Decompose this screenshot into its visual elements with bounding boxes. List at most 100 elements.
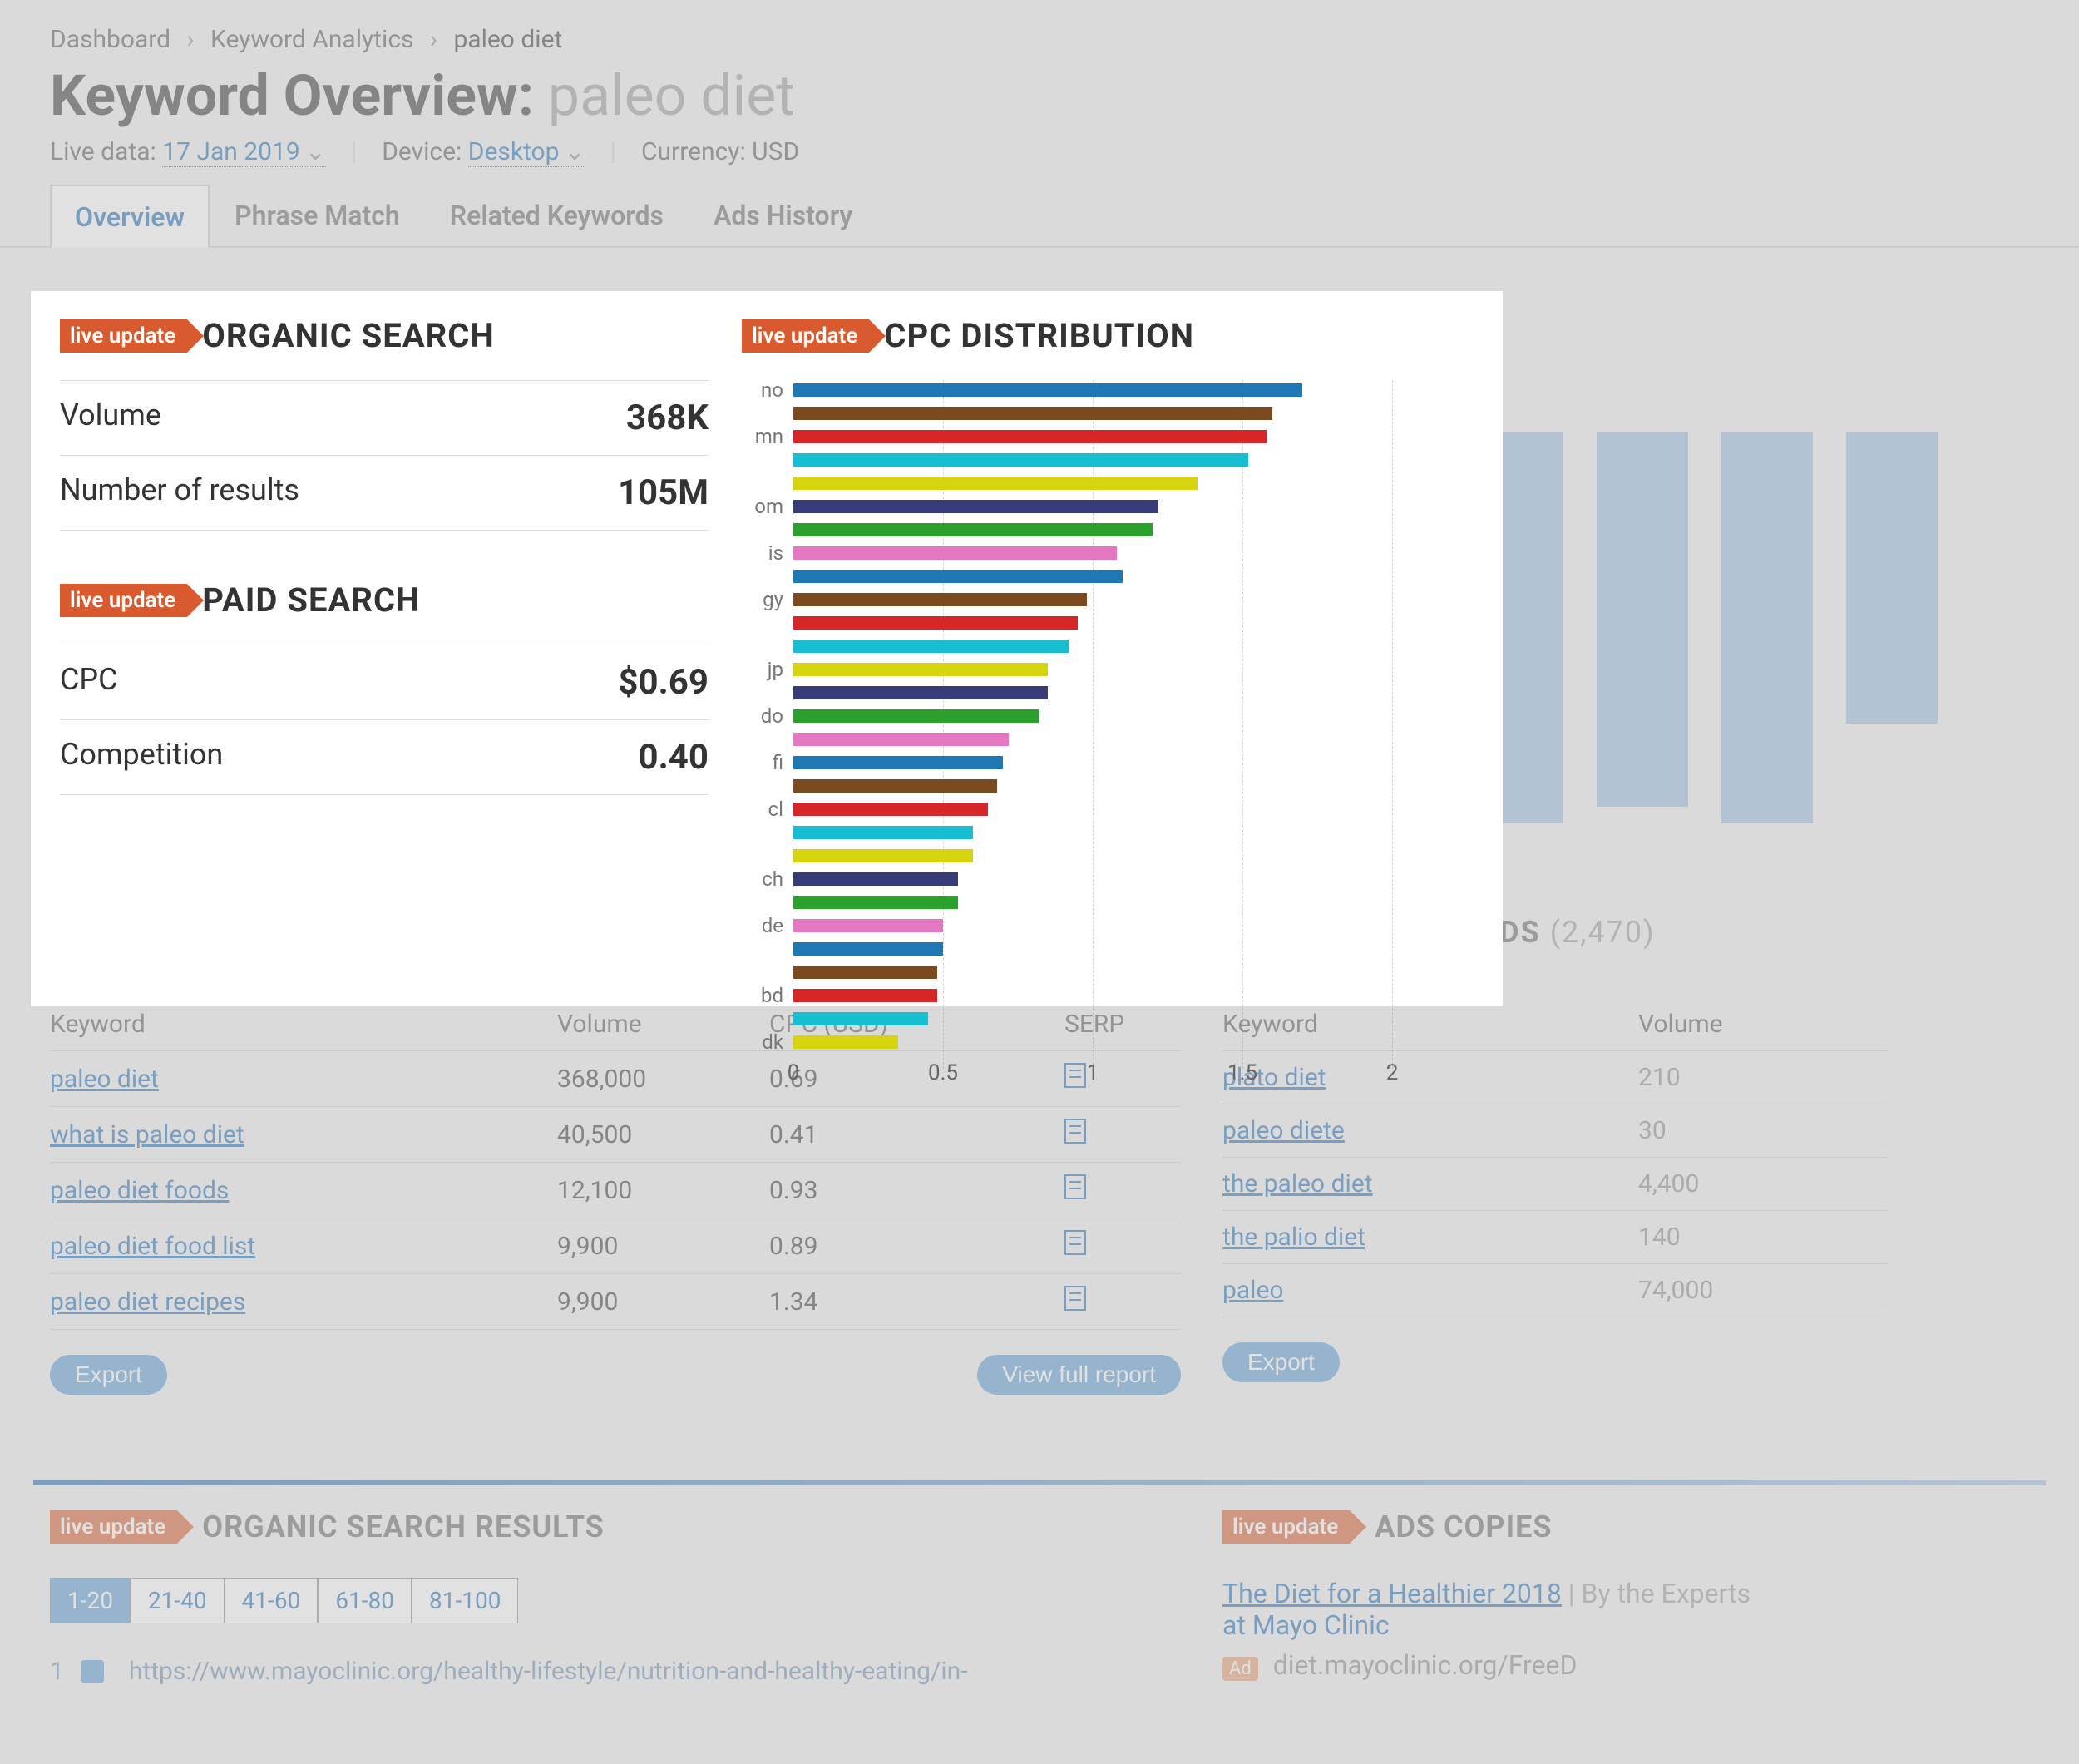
pagination: 1-20 21-40 41-60 61-80 81-100 bbox=[50, 1578, 968, 1623]
table-row: the paleo diet 4,400 bbox=[1222, 1158, 1888, 1211]
export-button[interactable]: Export bbox=[1222, 1342, 1340, 1382]
chart-bar bbox=[742, 776, 1474, 796]
serp-icon[interactable] bbox=[1064, 1119, 1086, 1144]
result-rank: 1 bbox=[50, 1657, 64, 1686]
cpc-row: CPC $0.69 bbox=[60, 645, 709, 719]
live-data-label: Live data: bbox=[50, 137, 156, 166]
volume-cell: 9,900 bbox=[557, 1287, 769, 1317]
chart-bar bbox=[742, 566, 1474, 586]
ad-subline: at Mayo Clinic bbox=[1222, 1609, 1888, 1641]
ad-badge-icon: Ad bbox=[1222, 1657, 1258, 1681]
chart-bar: do bbox=[742, 706, 1474, 726]
ads-copies-title: ADS COPIES bbox=[1375, 1510, 1552, 1544]
device-label: Device: bbox=[382, 137, 462, 166]
volume-cell: 40,500 bbox=[557, 1120, 769, 1149]
chart-bar bbox=[742, 520, 1474, 540]
results-row: Number of results 105M bbox=[60, 455, 709, 531]
tab-overview[interactable]: Overview bbox=[50, 185, 210, 248]
live-update-badge: live update bbox=[60, 319, 187, 353]
keyword-link[interactable]: paleo diet recipes bbox=[50, 1287, 245, 1317]
organic-search-title: ORGANIC SEARCH bbox=[202, 316, 494, 355]
organic-results-title: ORGANIC SEARCH RESULTS bbox=[202, 1510, 605, 1544]
keyword-link[interactable]: the palio diet bbox=[1222, 1223, 1365, 1252]
chart-bar bbox=[742, 683, 1474, 703]
chart-bar: is bbox=[742, 543, 1474, 563]
date-picker[interactable]: 17 Jan 2019⌄ bbox=[162, 137, 326, 167]
volume-cell: 368,000 bbox=[557, 1065, 769, 1094]
chevron-down-icon: ⌄ bbox=[565, 137, 585, 166]
sitelink-icon[interactable] bbox=[81, 1660, 104, 1683]
volume-cell: 12,100 bbox=[557, 1176, 769, 1205]
results-value: 105M bbox=[618, 472, 709, 513]
cpc-cell: 0.41 bbox=[769, 1120, 1064, 1149]
live-update-badge: live update bbox=[1222, 1510, 1350, 1544]
chart-bar: dk bbox=[742, 1032, 1474, 1052]
chart-bar bbox=[742, 962, 1474, 982]
volume-cell: 30 bbox=[1638, 1116, 1888, 1145]
volume-cell: 140 bbox=[1638, 1223, 1888, 1252]
page-button[interactable]: 81-100 bbox=[412, 1578, 518, 1623]
cpc-cell: 0.93 bbox=[769, 1176, 1064, 1205]
breadcrumb: Dashboard › Keyword Analytics › paleo di… bbox=[0, 0, 2079, 62]
competition-row: Competition 0.40 bbox=[60, 719, 709, 795]
chart-bar: de bbox=[742, 916, 1474, 936]
tab-ads-history[interactable]: Ads History bbox=[689, 183, 877, 246]
view-full-report-button[interactable]: View full report bbox=[977, 1355, 1181, 1395]
tab-related-keywords[interactable]: Related Keywords bbox=[425, 183, 689, 246]
live-update-badge: live update bbox=[742, 319, 869, 353]
table-row: what is paleo diet 40,5000.41 bbox=[50, 1107, 1181, 1163]
chart-bar bbox=[742, 846, 1474, 866]
keyword-link[interactable]: what is paleo diet bbox=[50, 1120, 244, 1149]
table-row: the palio diet 140 bbox=[1222, 1211, 1888, 1264]
keyword-link[interactable]: paleo diete bbox=[1222, 1116, 1345, 1145]
volume-cell: 4,400 bbox=[1638, 1169, 1888, 1198]
chart-bar: bd bbox=[742, 986, 1474, 1006]
chart-bar: ch bbox=[742, 869, 1474, 889]
chart-bar: cl bbox=[742, 799, 1474, 819]
export-button[interactable]: Export bbox=[50, 1355, 167, 1395]
chart-bar bbox=[742, 613, 1474, 633]
chart-bar bbox=[742, 892, 1474, 912]
serp-icon[interactable] bbox=[1064, 1174, 1086, 1199]
volume-cell: 210 bbox=[1638, 1063, 1888, 1092]
cpc-cell: 0.89 bbox=[769, 1232, 1064, 1261]
ad-headline[interactable]: The Diet for a Healthier 2018 | By the E… bbox=[1222, 1578, 1888, 1609]
chart-bar: jp bbox=[742, 660, 1474, 679]
volume-value: 368K bbox=[626, 398, 709, 438]
keyword-link[interactable]: paleo bbox=[1222, 1276, 1283, 1305]
tab-phrase-match[interactable]: Phrase Match bbox=[210, 183, 425, 246]
chart-bar bbox=[742, 450, 1474, 470]
table-row: paleo 74,000 bbox=[1222, 1264, 1888, 1317]
competition-value: 0.40 bbox=[639, 737, 709, 778]
chart-bar bbox=[742, 1009, 1474, 1029]
breadcrumb-current: paleo diet bbox=[453, 25, 562, 54]
breadcrumb-item[interactable]: Keyword Analytics bbox=[210, 25, 414, 54]
metabar: Live data: 17 Jan 2019⌄ | Device: Deskto… bbox=[0, 137, 2079, 183]
page-button[interactable]: 41-60 bbox=[225, 1578, 319, 1623]
chart-bar bbox=[742, 403, 1474, 423]
cpc-value: $0.69 bbox=[618, 662, 709, 703]
keyword-link[interactable]: paleo diet food list bbox=[50, 1232, 255, 1261]
keyword-link[interactable]: the paleo diet bbox=[1222, 1169, 1373, 1198]
chart-bar: mn bbox=[742, 427, 1474, 447]
table-row: paleo diet food list9,9000.89 bbox=[50, 1218, 1181, 1274]
chart-bar: om bbox=[742, 497, 1474, 516]
serp-icon[interactable] bbox=[1064, 1286, 1086, 1311]
serp-icon[interactable] bbox=[1064, 1230, 1086, 1255]
volume-cell: 74,000 bbox=[1638, 1276, 1888, 1305]
page-button[interactable]: 1-20 bbox=[50, 1578, 131, 1623]
result-url[interactable]: https://www.mayoclinic.org/healthy-lifes… bbox=[129, 1657, 968, 1686]
chart-bar: no bbox=[742, 380, 1474, 400]
breadcrumb-item[interactable]: Dashboard bbox=[50, 25, 170, 54]
chart-bar: fi bbox=[742, 753, 1474, 773]
chevron-down-icon: ⌄ bbox=[305, 137, 326, 166]
keyword-link[interactable]: paleo diet bbox=[50, 1065, 159, 1094]
chart-bar bbox=[742, 823, 1474, 842]
chevron-right-icon: › bbox=[187, 25, 195, 54]
page-button[interactable]: 61-80 bbox=[318, 1578, 412, 1623]
page-button[interactable]: 21-40 bbox=[131, 1578, 225, 1623]
table-row: paleo diet foods 12,1000.93 bbox=[50, 1163, 1181, 1218]
table-row: paleo diete 30 bbox=[1222, 1104, 1888, 1158]
keyword-link[interactable]: paleo diet foods bbox=[50, 1176, 229, 1205]
device-picker[interactable]: Desktop⌄ bbox=[468, 137, 585, 167]
